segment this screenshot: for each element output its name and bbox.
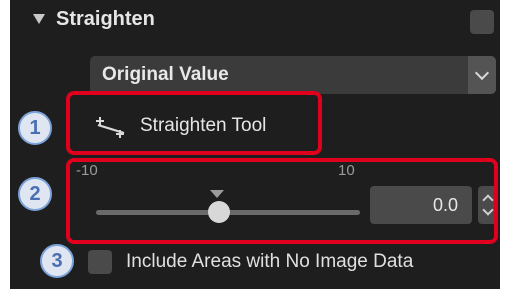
include-areas-label: Include Areas with No Image Data <box>126 251 414 272</box>
dropdown-selected-value: Original Value <box>102 64 229 85</box>
callout-1-badge: 1 <box>18 111 52 145</box>
section-enable-checkbox[interactable] <box>470 10 494 34</box>
callout-3-badge: 3 <box>40 244 74 278</box>
chevron-down-icon <box>474 65 490 81</box>
callout-2-badge: 2 <box>18 177 52 211</box>
include-areas-checkbox[interactable] <box>88 250 112 274</box>
include-areas-option[interactable]: Include Areas with No Image Data <box>88 246 508 278</box>
dropdown-button[interactable] <box>468 56 496 94</box>
highlight-box-straighten-tool <box>66 91 322 155</box>
collapse-arrow-icon[interactable] <box>33 14 45 24</box>
section-header-straighten[interactable]: Straighten <box>20 0 500 50</box>
section-title: Straighten <box>56 8 155 30</box>
straighten-mode-dropdown[interactable]: Original Value <box>90 56 496 94</box>
highlight-box-slider <box>66 158 498 244</box>
